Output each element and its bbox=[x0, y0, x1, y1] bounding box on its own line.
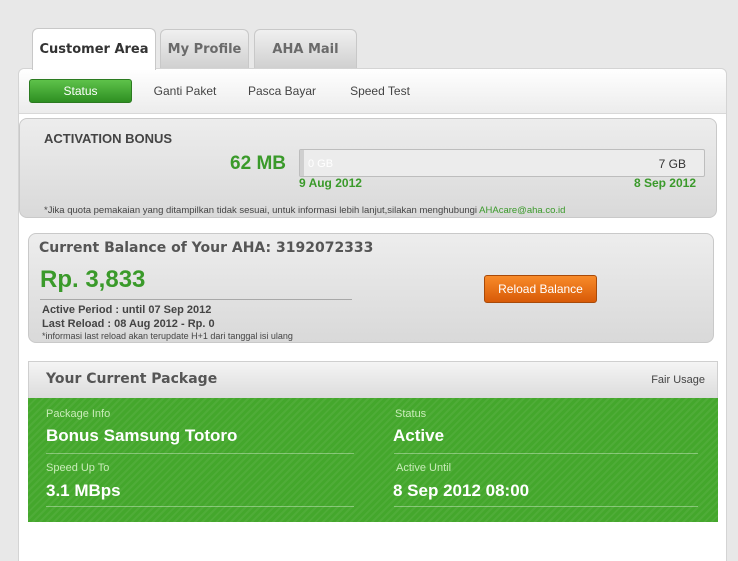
tab-aha-mail[interactable]: AHA Mail bbox=[254, 29, 357, 69]
package-info-value: Bonus Samsung Totoro bbox=[46, 426, 238, 445]
balance-divider bbox=[40, 299, 352, 300]
status-separator bbox=[394, 453, 698, 454]
subnav-ganti-paket[interactable]: Ganti Paket bbox=[145, 79, 225, 103]
current-balance-box: Current Balance of Your AHA: 3192072333 … bbox=[28, 233, 714, 343]
activation-bonus-box: ACTIVATION BONUS 62 MB 0 GB 7 GB 9 Aug 2… bbox=[19, 118, 717, 218]
status-value: Active bbox=[393, 426, 445, 445]
quota-progress-fill bbox=[300, 150, 304, 176]
active-period: Active Period : until 07 Sep 2012 bbox=[42, 304, 212, 316]
active-until-value: 8 Sep 2012 08:00 bbox=[393, 481, 530, 500]
activation-note: *Jika quota pemakaian yang ditampilkan t… bbox=[44, 205, 565, 216]
speed-separator bbox=[46, 506, 354, 507]
activation-note-text: *Jika quota pemakaian yang ditampilkan t… bbox=[44, 205, 478, 216]
fair-usage-link[interactable]: Fair Usage bbox=[651, 374, 705, 386]
period-start-date: 9 Aug 2012 bbox=[299, 176, 362, 190]
speed-value: 3.1 MBps bbox=[46, 481, 121, 500]
last-reload: Last Reload : 08 Aug 2012 - Rp. 0 bbox=[42, 318, 215, 330]
subnav-pasca-bayar[interactable]: Pasca Bayar bbox=[241, 79, 323, 103]
package-details: Package Info Bonus Samsung Totoro Status… bbox=[28, 398, 718, 522]
reload-balance-button[interactable]: Reload Balance bbox=[484, 275, 597, 303]
speed-label: Speed Up To bbox=[46, 462, 110, 474]
period-end-date: 8 Sep 2012 bbox=[633, 176, 696, 190]
reload-note: *informasi last reload akan terupdate H+… bbox=[42, 331, 293, 341]
subnav-speed-test[interactable]: Speed Test bbox=[343, 79, 417, 103]
activation-title: ACTIVATION BONUS bbox=[44, 131, 173, 146]
balance-title: Current Balance of Your AHA: 3192072333 bbox=[39, 240, 374, 256]
package-info-label: Package Info bbox=[46, 408, 111, 420]
quota-progress-bar: 0 GB 7 GB bbox=[299, 149, 705, 177]
tab-my-profile[interactable]: My Profile bbox=[160, 29, 249, 69]
activation-quota: 62 MB bbox=[230, 153, 286, 174]
package-separator bbox=[46, 453, 354, 454]
support-email-link[interactable]: AHAcare@aha.co.id bbox=[479, 205, 565, 216]
package-title: Your Current Package bbox=[46, 371, 218, 387]
quota-max-label: 7 GB bbox=[658, 157, 686, 171]
package-header: Your Current Package Fair Usage bbox=[28, 361, 718, 399]
subnav-status[interactable]: Status bbox=[29, 79, 132, 103]
active-until-label: Active Until bbox=[396, 462, 452, 474]
active-until-separator bbox=[394, 506, 698, 507]
status-label: Status bbox=[395, 408, 427, 420]
sub-navigation: Status Ganti Paket Pasca Bayar Speed Tes… bbox=[19, 69, 726, 114]
balance-amount: Rp. 3,833 bbox=[40, 266, 146, 293]
quota-min-label: 0 GB bbox=[308, 158, 334, 170]
tab-customer-area[interactable]: Customer Area bbox=[32, 28, 156, 70]
